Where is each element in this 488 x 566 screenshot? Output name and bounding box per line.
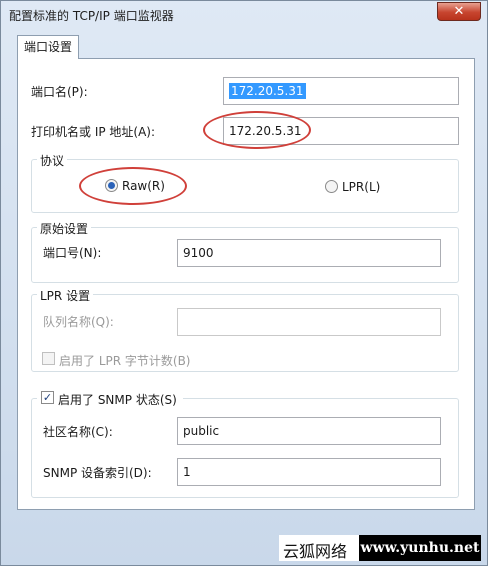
community-name-value: public: [183, 424, 220, 438]
port-number-input[interactable]: 9100: [177, 239, 441, 267]
protocol-group: [31, 159, 459, 213]
printer-address-value: 172.20.5.31: [229, 124, 302, 138]
tab-port-settings[interactable]: 端口设置: [17, 35, 79, 59]
raw-radio[interactable]: [105, 179, 118, 192]
raw-radio-label[interactable]: Raw(R): [122, 179, 165, 193]
snmp-legend: ✓ 启用了 SNMP 状态(S): [37, 389, 183, 407]
lpr-radio-label[interactable]: LPR(L): [342, 180, 380, 194]
close-button[interactable]: ✕: [437, 2, 481, 21]
community-name-label: 社区名称(C):: [43, 425, 113, 439]
port-number-label: 端口号(N):: [43, 246, 102, 260]
protocol-legend: 协议: [37, 152, 68, 169]
raw-settings-legend: 原始设置: [37, 220, 92, 237]
snmp-index-value: 1: [183, 465, 191, 479]
lpr-radio[interactable]: [325, 180, 338, 193]
checkmark-icon: ✓: [42, 391, 53, 404]
community-name-input[interactable]: public: [177, 417, 441, 445]
window-title: 配置标准的 TCP/IP 端口监视器: [9, 9, 174, 23]
lpr-settings-legend: LPR 设置: [37, 287, 94, 304]
snmp-enabled-checkbox[interactable]: ✓: [41, 391, 54, 404]
watermark: 云狐网络 www.yunhu.net: [279, 535, 481, 561]
queue-name-input[interactable]: [177, 308, 441, 336]
snmp-index-label: SNMP 设备索引(D):: [43, 466, 152, 480]
snmp-index-input[interactable]: 1: [177, 458, 441, 486]
port-name-value: 172.20.5.31: [229, 83, 306, 99]
port-name-label: 端口名(P):: [31, 85, 88, 99]
raw-radio-dot: [108, 182, 115, 189]
close-icon: ✕: [453, 4, 465, 19]
printer-address-input[interactable]: 172.20.5.31: [223, 117, 459, 145]
printer-address-label: 打印机名或 IP 地址(A):: [31, 125, 156, 139]
watermark-url: www.yunhu.net: [359, 535, 481, 561]
dialog-window: 配置标准的 TCP/IP 端口监视器 ✕ 端口设置 端口名(P): 172.20…: [0, 0, 488, 566]
watermark-text: 云狐网络: [283, 542, 348, 561]
port-number-value: 9100: [183, 246, 214, 260]
queue-name-label: 队列名称(Q):: [43, 315, 114, 329]
title-bar[interactable]: 配置标准的 TCP/IP 端口监视器 ✕: [1, 1, 487, 29]
lpr-byte-count-checkbox[interactable]: [42, 352, 55, 365]
snmp-enabled-label[interactable]: 启用了 SNMP 状态(S): [58, 391, 177, 408]
port-name-input[interactable]: 172.20.5.31: [223, 77, 459, 105]
lpr-byte-count-label: 启用了 LPR 字节计数(B): [59, 354, 191, 368]
